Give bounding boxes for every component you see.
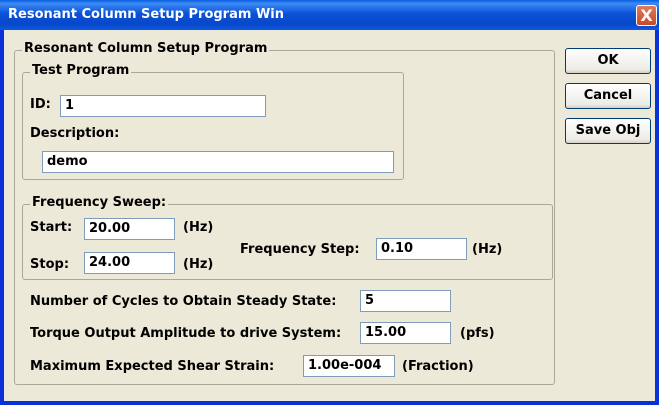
stop-unit: (Hz) — [183, 257, 214, 272]
start-label: Start: — [30, 220, 73, 235]
stop-label: Stop: — [30, 257, 70, 272]
ok-button[interactable]: OK — [565, 48, 651, 74]
save-obj-button[interactable]: Save Obj — [565, 118, 651, 144]
cycles-label: Number of Cycles to Obtain Steady State: — [30, 294, 337, 309]
main-group-label: Resonant Column Setup Program — [22, 41, 270, 56]
strain-input[interactable]: 1.00e-004 — [303, 355, 395, 377]
frequency-step-unit: (Hz) — [472, 242, 503, 257]
window-title: Resonant Column Setup Program Win — [8, 7, 284, 22]
description-label: Description: — [30, 126, 120, 141]
frequency-sweep-label: Frequency Sweep: — [30, 195, 169, 210]
id-input[interactable]: 1 — [60, 95, 266, 117]
frequency-step-label: Frequency Step: — [240, 242, 360, 257]
cycles-input[interactable]: 5 — [360, 290, 451, 312]
strain-label: Maximum Expected Shear Strain: — [30, 359, 275, 374]
strain-unit: (Fraction) — [402, 359, 474, 374]
close-icon[interactable]: X — [636, 5, 657, 26]
torque-label: Torque Output Amplitude to drive System: — [30, 326, 342, 341]
id-label: ID: — [30, 97, 51, 112]
description-input[interactable]: demo — [42, 151, 394, 173]
dialog-window: Resonant Column Setup Program Win X Reso… — [0, 0, 659, 405]
torque-input[interactable]: 15.00 — [360, 322, 451, 344]
stop-input[interactable]: 24.00 — [84, 252, 175, 274]
torque-unit: (pfs) — [460, 326, 495, 341]
cancel-button[interactable]: Cancel — [565, 83, 651, 109]
start-input[interactable]: 20.00 — [84, 218, 175, 240]
start-unit: (Hz) — [183, 220, 214, 235]
test-program-label: Test Program — [30, 63, 132, 78]
title-bar[interactable]: Resonant Column Setup Program Win X — [0, 0, 659, 30]
frequency-step-input[interactable]: 0.10 — [376, 238, 467, 260]
